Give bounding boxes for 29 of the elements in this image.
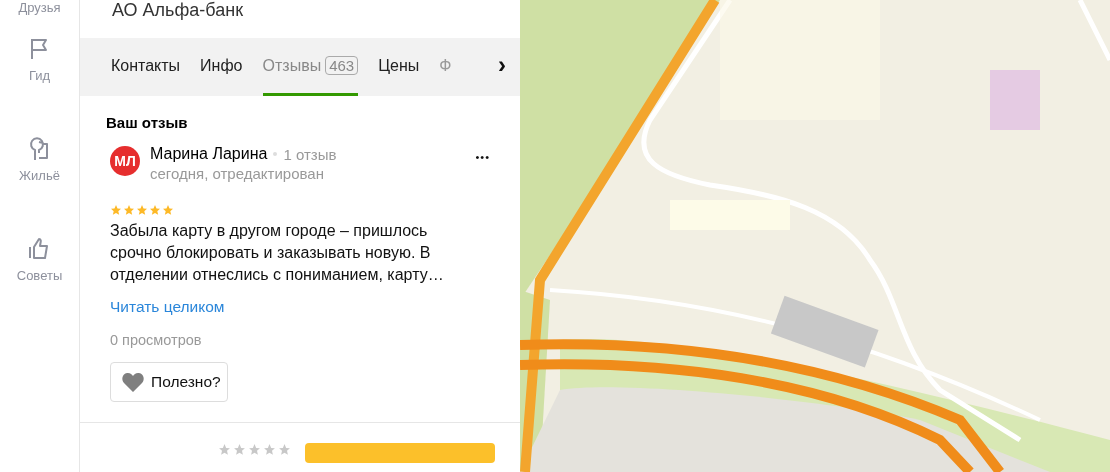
star-icon [218, 443, 231, 456]
author-name[interactable]: Марина Ларина [150, 145, 268, 163]
useful-button[interactable]: Полезно? [110, 362, 228, 402]
avatar: МЛ [110, 146, 140, 176]
star-icon [123, 204, 135, 216]
heart-icon [121, 371, 145, 393]
star-icon [162, 204, 174, 216]
star-icon [278, 443, 291, 456]
star-icon [149, 204, 161, 216]
organization-title: АО Альфа-банк [111, 0, 245, 22]
rating-input[interactable] [218, 443, 291, 456]
more-button[interactable]: ••• [475, 151, 490, 163]
star-icon [136, 204, 148, 216]
star-icon [263, 443, 276, 456]
star-icon [110, 204, 122, 216]
star-icon [233, 443, 246, 456]
map-drawing[interactable] [520, 0, 1110, 472]
section-title: Ваш отзыв [105, 113, 189, 131]
star-icon [248, 443, 261, 456]
review-count: 1 отзыв [283, 145, 337, 163]
tab[interactable]: Цены [378, 38, 420, 96]
review-text: Забыла карту в другом городе – пришлось срочно блокировать и заказывать новую. В отделении отнеслись с пониманием, карту… [110, 221, 445, 285]
review-date: сегодня, отредактирован [150, 165, 325, 182]
tab[interactable]: Инфо [200, 38, 243, 96]
write-review-button[interactable] [305, 443, 495, 463]
views-count: 0 просмотров [110, 332, 203, 348]
tab[interactable]: Контакты [111, 38, 181, 96]
count-badge: 463 [325, 56, 359, 75]
read-more-link[interactable]: Читать целиком [110, 298, 225, 316]
